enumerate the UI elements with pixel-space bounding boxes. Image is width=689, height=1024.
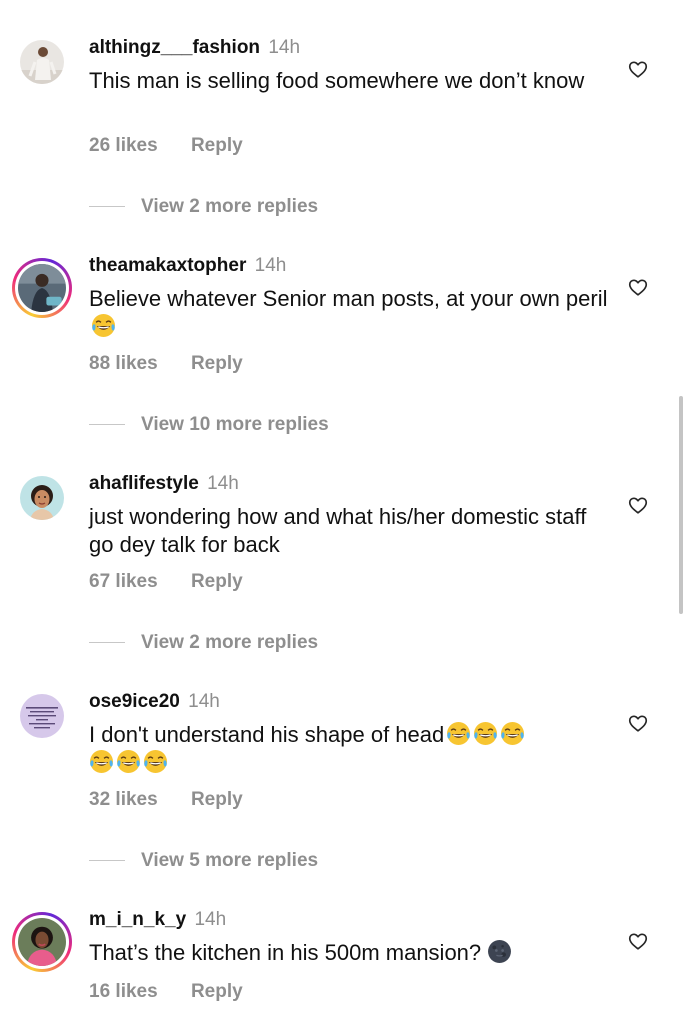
avatar-image xyxy=(20,476,64,520)
avatar[interactable] xyxy=(12,468,72,528)
heart-icon[interactable] xyxy=(627,276,649,298)
comment-text: This man is selling food somewhere we do… xyxy=(89,67,609,95)
laughing-emoji-icon xyxy=(89,749,114,774)
view-more-replies-label: View 5 more replies xyxy=(141,850,319,871)
view-more-replies-label: View 2 more replies xyxy=(141,632,319,653)
heart-icon[interactable] xyxy=(627,494,649,516)
view-more-replies-label: View 10 more replies xyxy=(141,414,329,435)
comment-text: I don't understand his shape of head xyxy=(89,721,609,777)
comment-header: theamakaxtopher 14h xyxy=(89,255,286,277)
divider-line xyxy=(89,860,125,862)
comment-text-content: This man is selling food somewhere we do… xyxy=(89,68,585,93)
laughing-emoji-icon xyxy=(500,721,525,746)
likes-count[interactable]: 88 likes xyxy=(89,353,158,374)
laughing-emoji-icon xyxy=(116,749,141,774)
laughing-emoji-icon xyxy=(473,721,498,746)
timestamp: 14h xyxy=(207,473,239,494)
comment-text: Believe whatever Senior man posts, at yo… xyxy=(89,285,609,341)
avatar-image xyxy=(18,918,66,966)
username-link[interactable]: theamakaxtopher xyxy=(89,255,246,276)
heart-icon[interactable] xyxy=(627,712,649,734)
comment-header: ose9ice20 14h xyxy=(89,691,220,713)
divider-line xyxy=(89,424,125,426)
timestamp: 14h xyxy=(268,37,301,58)
reply-button[interactable]: Reply xyxy=(191,789,243,810)
view-more-replies-button[interactable]: View 2 more replies xyxy=(89,196,318,218)
view-more-replies-button[interactable]: View 2 more replies xyxy=(89,632,318,654)
likes-count[interactable]: 32 likes xyxy=(89,789,158,810)
username-link[interactable]: m_i_n_k_y xyxy=(89,909,186,930)
avatar[interactable] xyxy=(12,912,72,972)
heart-icon[interactable] xyxy=(627,58,649,80)
likes-count[interactable]: 26 likes xyxy=(89,135,158,156)
new-moon-face-emoji-icon xyxy=(487,939,512,964)
comment-actions: 32 likes Reply xyxy=(89,789,243,811)
reply-button[interactable]: Reply xyxy=(191,135,243,156)
likes-count[interactable]: 16 likes xyxy=(89,981,158,1002)
username-link[interactable]: ose9ice20 xyxy=(89,691,180,712)
avatar-image xyxy=(18,264,66,312)
laughing-emoji-icon xyxy=(446,721,471,746)
timestamp: 14h xyxy=(254,255,287,276)
username-link[interactable]: althingz___fashion xyxy=(89,37,260,58)
username-link[interactable]: ahaflifestyle xyxy=(89,473,199,494)
avatar[interactable] xyxy=(12,258,72,318)
comment-text: That’s the kitchen in his 500m mansion? xyxy=(89,939,609,967)
comment-text-content: Believe whatever Senior man posts, at yo… xyxy=(89,286,608,311)
comment-header: althingz___fashion 14h xyxy=(89,37,300,59)
view-more-replies-label: View 2 more replies xyxy=(141,196,319,217)
comment-header: m_i_n_k_y 14h xyxy=(89,909,226,931)
avatar[interactable] xyxy=(12,686,72,746)
heart-icon[interactable] xyxy=(627,930,649,952)
comment-text: just wondering how and what his/her dome… xyxy=(89,503,609,559)
view-more-replies-button[interactable]: View 5 more replies xyxy=(89,850,318,872)
comment-actions: 88 likes Reply xyxy=(89,353,243,375)
avatar-image xyxy=(20,40,64,84)
comment-header: ahaflifestyle 14h xyxy=(89,473,239,495)
likes-count[interactable]: 67 likes xyxy=(89,571,158,592)
divider-line xyxy=(89,642,125,644)
vertical-scrollbar[interactable] xyxy=(679,396,683,614)
avatar-image xyxy=(20,694,64,738)
view-more-replies-button[interactable]: View 10 more replies xyxy=(89,414,329,436)
laughing-emoji-icon xyxy=(143,749,168,774)
reply-button[interactable]: Reply xyxy=(191,353,243,374)
reply-button[interactable]: Reply xyxy=(191,571,243,592)
comment-text-content: That’s the kitchen in his 500m mansion? xyxy=(89,940,482,965)
comment-actions: 67 likes Reply xyxy=(89,571,243,593)
comment-actions: 16 likes Reply xyxy=(89,981,243,1003)
comment-text-content: I don't understand his shape of head xyxy=(89,722,445,747)
laughing-emoji-icon xyxy=(91,313,116,338)
timestamp: 14h xyxy=(188,691,220,712)
divider-line xyxy=(89,206,125,208)
avatar[interactable] xyxy=(12,32,72,92)
comment-actions: 26 likes Reply xyxy=(89,135,243,157)
comment-text-content: just wondering how and what his/her dome… xyxy=(89,504,587,557)
reply-button[interactable]: Reply xyxy=(191,981,243,1002)
timestamp: 14h xyxy=(194,909,227,930)
